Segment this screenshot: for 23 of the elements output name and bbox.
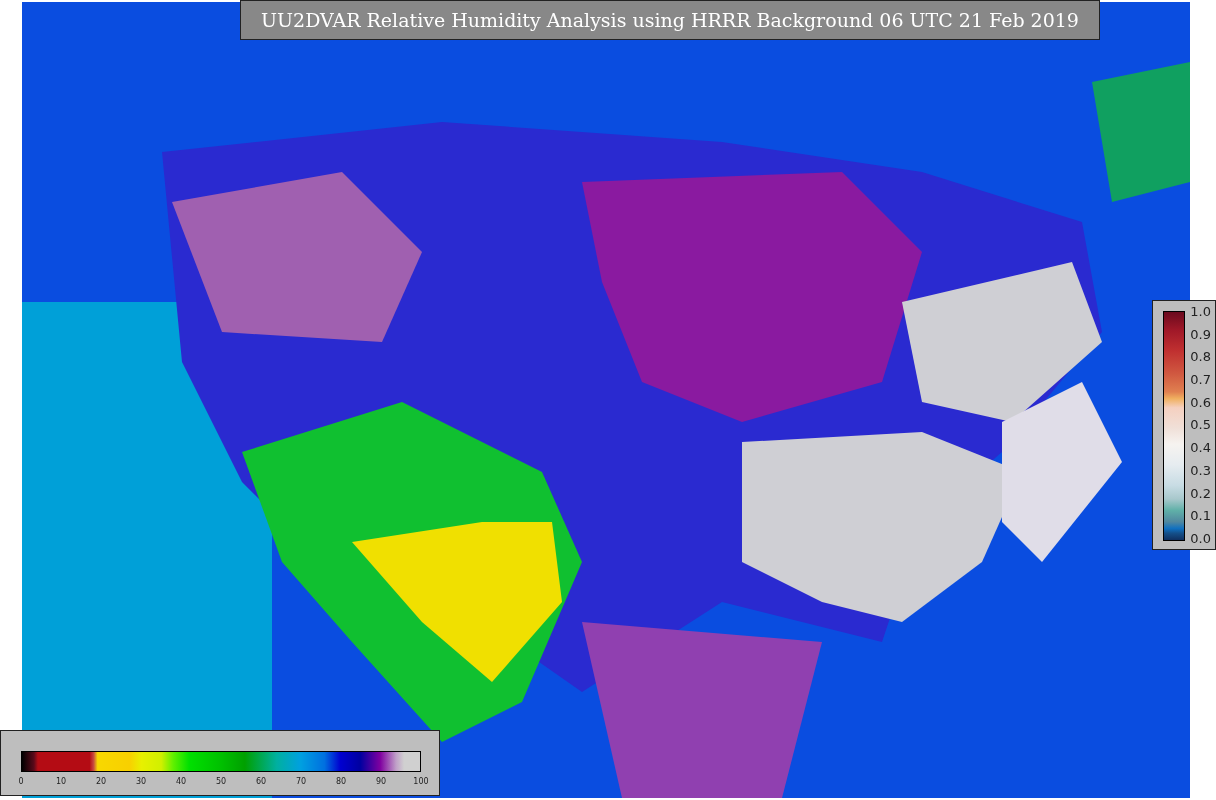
colorbar-tick-label: 0.2 <box>1190 486 1211 500</box>
map-title: UU2DVAR Relative Humidity Analysis using HRRR Background 06 UTC 21 Feb 2019 <box>240 0 1100 40</box>
colorbar-tick-label: 50 <box>215 777 227 786</box>
colorbar-tick-label: 80 <box>335 777 347 786</box>
colorbar-tick-label: 30 <box>135 777 147 786</box>
colorbar-tick-label: 0.5 <box>1190 418 1211 432</box>
colorbar-tick-label: 0.1 <box>1190 509 1211 523</box>
colorbar-tick-label: 0.4 <box>1190 441 1211 455</box>
colorbar-tick-label: 1.0 <box>1190 305 1211 318</box>
colorbar-tick-label: 90 <box>375 777 387 786</box>
colorbar-tick-label: 0.9 <box>1190 327 1211 341</box>
colorbar-tick-label: 0.6 <box>1190 395 1211 409</box>
colorbar-tick-label: 100 <box>413 777 429 786</box>
colorbar-tick-label: 0.7 <box>1190 373 1211 387</box>
colorbar-tick-label: 0.8 <box>1190 350 1211 364</box>
colorbar-tick-label: 20 <box>95 777 107 786</box>
colorbar-tick-label: 70 <box>295 777 307 786</box>
colorbar-tick-label: 60 <box>255 777 267 786</box>
colorbar-tick-label: 10 <box>55 777 67 786</box>
colorbar-tick-label: 0.3 <box>1190 463 1211 477</box>
colorbar-tick-label: 0.0 <box>1190 531 1211 545</box>
colorbar-tick-label: 40 <box>175 777 187 786</box>
colorbar-tick-label: 0 <box>18 777 24 786</box>
